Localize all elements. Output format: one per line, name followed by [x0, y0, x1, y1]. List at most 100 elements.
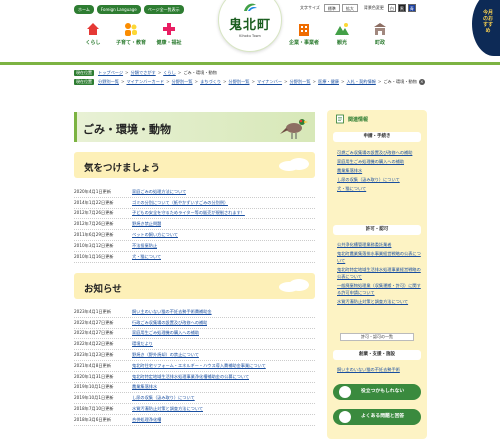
item-link[interactable]: 飼い主のいない猫の不妊去勢手術費補助金	[132, 309, 212, 315]
lightbulb-icon	[339, 386, 351, 398]
breadcrumb-link[interactable]: マイナンバーカード	[126, 77, 164, 86]
pheasant-icon	[280, 119, 308, 139]
item-link[interactable]: 家庭ごみの処理方法について	[132, 189, 186, 195]
breadcrumb-link[interactable]: 分野別一覧	[172, 77, 193, 86]
item-link[interactable]: 子どもの安全を守るためライター等の販売が規制されます！	[132, 210, 245, 216]
item-date: 2021年4月8日更新	[74, 362, 111, 368]
sidebar-list-support: 飼い主のいない猫の不妊去勢手術	[337, 366, 421, 375]
building-icon	[299, 24, 309, 36]
breadcrumb-tag: 現在位置	[74, 78, 94, 85]
item-link[interactable]: 水質汚濁防止対策と調査方法について	[132, 406, 203, 412]
townhall-icon	[374, 23, 386, 35]
nav-label: 観光	[336, 40, 347, 46]
item-date: 2018年3月6日更新	[74, 416, 111, 422]
sidebar-link[interactable]: 鬼北町農業集落排水事業経営戦略の公表について	[337, 250, 421, 264]
item-link[interactable]: 野焼き（野外焼却）の禁止について	[132, 352, 199, 358]
list-item: 2018年7月10日更新 水質汚濁防止対策と調査方法について	[74, 404, 315, 415]
breadcrumb-link[interactable]: トップページ	[98, 68, 123, 77]
list-item: 2022年4月27日更新 行政ごみ収集場の設置及び改修への補助	[74, 318, 315, 329]
item-link[interactable]: 合併処理浄化槽	[132, 417, 161, 423]
health-icon	[163, 23, 175, 35]
text-size-standard-button[interactable]: 標準	[323, 4, 340, 12]
breadcrumb-link[interactable]: マイナンバー	[257, 77, 282, 86]
text-size-large-button[interactable]: 拡大	[341, 4, 358, 12]
nav-label: 健康・福祉	[156, 40, 182, 46]
item-link[interactable]: 鬼北町住宅リフォーム・エネルギー・ハウス導入費補助金事業について	[132, 363, 266, 369]
bg-color-label: 背景色変更	[363, 5, 384, 10]
bg-blue-button[interactable]: 青	[407, 4, 416, 12]
item-date: 2012年7月26日更新	[74, 221, 114, 227]
list-item: 2012年7月26日更新 野焼き禁止問題	[74, 219, 315, 231]
list-item: 2011年6月29日更新 ペットの飼い方について	[74, 230, 315, 241]
permits-list-button[interactable]: 許可・認可の一覧	[340, 333, 414, 341]
breadcrumb-current: ごみ・環境・動物	[183, 70, 217, 75]
nav-label: 町政	[374, 40, 385, 46]
breadcrumb-link[interactable]: 分野別一覧	[290, 77, 311, 86]
sidebar-link[interactable]: 水質汚濁防止対策と調査方法について	[337, 298, 421, 305]
header-divider	[0, 62, 500, 65]
breadcrumb-row: 現在位置 トップページ > 分類でさがす > くらし > ごみ・環境・動物	[74, 68, 217, 77]
item-link[interactable]: 家庭用生ごみ処理機の購入への補助	[132, 330, 199, 336]
nav-item-childcare[interactable]: 子育て・教育	[112, 19, 150, 53]
nav-item-living[interactable]: くらし	[74, 19, 112, 53]
text-size-label: 文字サイズ	[300, 5, 320, 10]
section-title: 気をつけましょう	[84, 163, 161, 174]
list-item: 2022年4月22日更新 環境だより	[74, 339, 315, 351]
breadcrumb-link[interactable]: 分類でさがす	[131, 68, 156, 77]
foreign-language-link[interactable]: Foreign Language	[96, 5, 141, 14]
sidebar-link[interactable]: 家庭用生ごみ処理機の購入への補助	[337, 158, 421, 165]
close-icon[interactable]: ×	[418, 78, 425, 85]
sidebar-link[interactable]: 一般廃棄物処理業（収集運搬・許可）に関する許可申請について	[337, 282, 421, 296]
nav-item-town-admin[interactable]: 町政	[361, 19, 399, 53]
sidebar-link[interactable]: 農業集落排水	[337, 167, 421, 174]
bg-black-button[interactable]: 黒	[397, 4, 406, 12]
item-link[interactable]: 野焼き禁止問題	[132, 221, 161, 227]
item-link[interactable]: 鬼北町特定地域生活排水処理事業浄化槽補助金の公募について	[132, 374, 249, 380]
house-icon	[87, 23, 99, 35]
site-header: ホーム Foreign Language ページ全一覧表示 鬼北町 Kihoku…	[0, 0, 500, 64]
item-date: 2022年4月27日更新	[74, 330, 114, 336]
breadcrumb-link[interactable]: 医療・健康	[318, 77, 339, 86]
list-item: 2019年10月1日更新 し尿の収集（汲み取り）について	[74, 393, 315, 405]
item-link[interactable]: 環境だより	[132, 341, 153, 347]
item-date: 2014年1月22日更新	[74, 199, 114, 205]
sitemap-link[interactable]: ページ全一覧表示	[143, 5, 184, 14]
cloud-icon	[279, 279, 309, 292]
bg-white-button[interactable]: 白	[387, 4, 396, 12]
breadcrumb-tag: 現在位置	[74, 69, 94, 76]
breadcrumb-link[interactable]: 入札・契約情報	[347, 77, 376, 86]
item-date: 2022年4月22日更新	[74, 341, 114, 347]
item-date: 2010年3月12日更新	[74, 242, 114, 248]
home-link[interactable]: ホーム	[74, 5, 94, 14]
item-date: 2020年4月1日更新	[74, 188, 111, 194]
item-link[interactable]: 犬・猫について	[132, 254, 161, 260]
nav-item-business[interactable]: 企業・事業者	[285, 19, 323, 53]
sidebar-link[interactable]: 犬・猫について	[337, 185, 421, 192]
item-link[interactable]: ゴミの分別について（紙やかずいすごみの分別例）	[132, 200, 228, 206]
list-item: 2010年3月12日更新 不法投棄防止	[74, 241, 315, 252]
breadcrumb-link[interactable]: くらし	[163, 68, 176, 77]
sidebar-link[interactable]: 可燃ごみ収集場の設置及び改修への補助	[337, 149, 421, 156]
sidebar-link[interactable]: 公共浄化槽管理業務委託業者	[337, 241, 421, 248]
nav-label: 企業・事業者	[288, 40, 319, 46]
item-link[interactable]: ペットの飼い方について	[132, 232, 178, 238]
sidebar-subheading: 許可・認可	[333, 225, 421, 235]
breadcrumb-link[interactable]: 分野別一覧	[229, 77, 250, 86]
item-link[interactable]: 行政ごみ収集場の設置及び改修への補助	[132, 320, 207, 326]
list-item: 2021年4月8日更新 鬼北町住宅リフォーム・エネルギー・ハウス導入費補助金事業に…	[74, 361, 315, 372]
page-title: ごみ・環境・動物	[83, 123, 171, 136]
sidebar-link[interactable]: 飼い主のいない猫の不妊去勢手術	[337, 366, 421, 373]
news-list-caution: 2020年4月1日更新 家庭ごみの処理方法について 2014年1月22日更新 ゴミの…	[74, 187, 315, 263]
item-link[interactable]: し尿の収集（汲み取り）について	[132, 395, 195, 401]
list-item: 2020年4月1日更新 家庭ごみの処理方法について	[74, 187, 315, 198]
breadcrumb-link[interactable]: 分野別一覧	[98, 77, 119, 86]
sidebar-subheading: 申請・手続き	[333, 132, 421, 142]
nav-item-health[interactable]: 健康・福祉	[150, 19, 188, 53]
sidebar-link[interactable]: し尿の収集（汲み取り）について	[337, 176, 421, 183]
nav-item-tourism[interactable]: 観光	[323, 19, 361, 53]
breadcrumb-link[interactable]: まちづくり	[200, 77, 221, 86]
tourism-icon	[335, 23, 349, 35]
item-link[interactable]: 不法投棄防止	[132, 243, 157, 249]
item-link[interactable]: 農業集落排水	[132, 384, 157, 390]
sidebar-link[interactable]: 鬼北町特定地域生活排水処理事業経営戦略の公表について	[337, 266, 421, 280]
